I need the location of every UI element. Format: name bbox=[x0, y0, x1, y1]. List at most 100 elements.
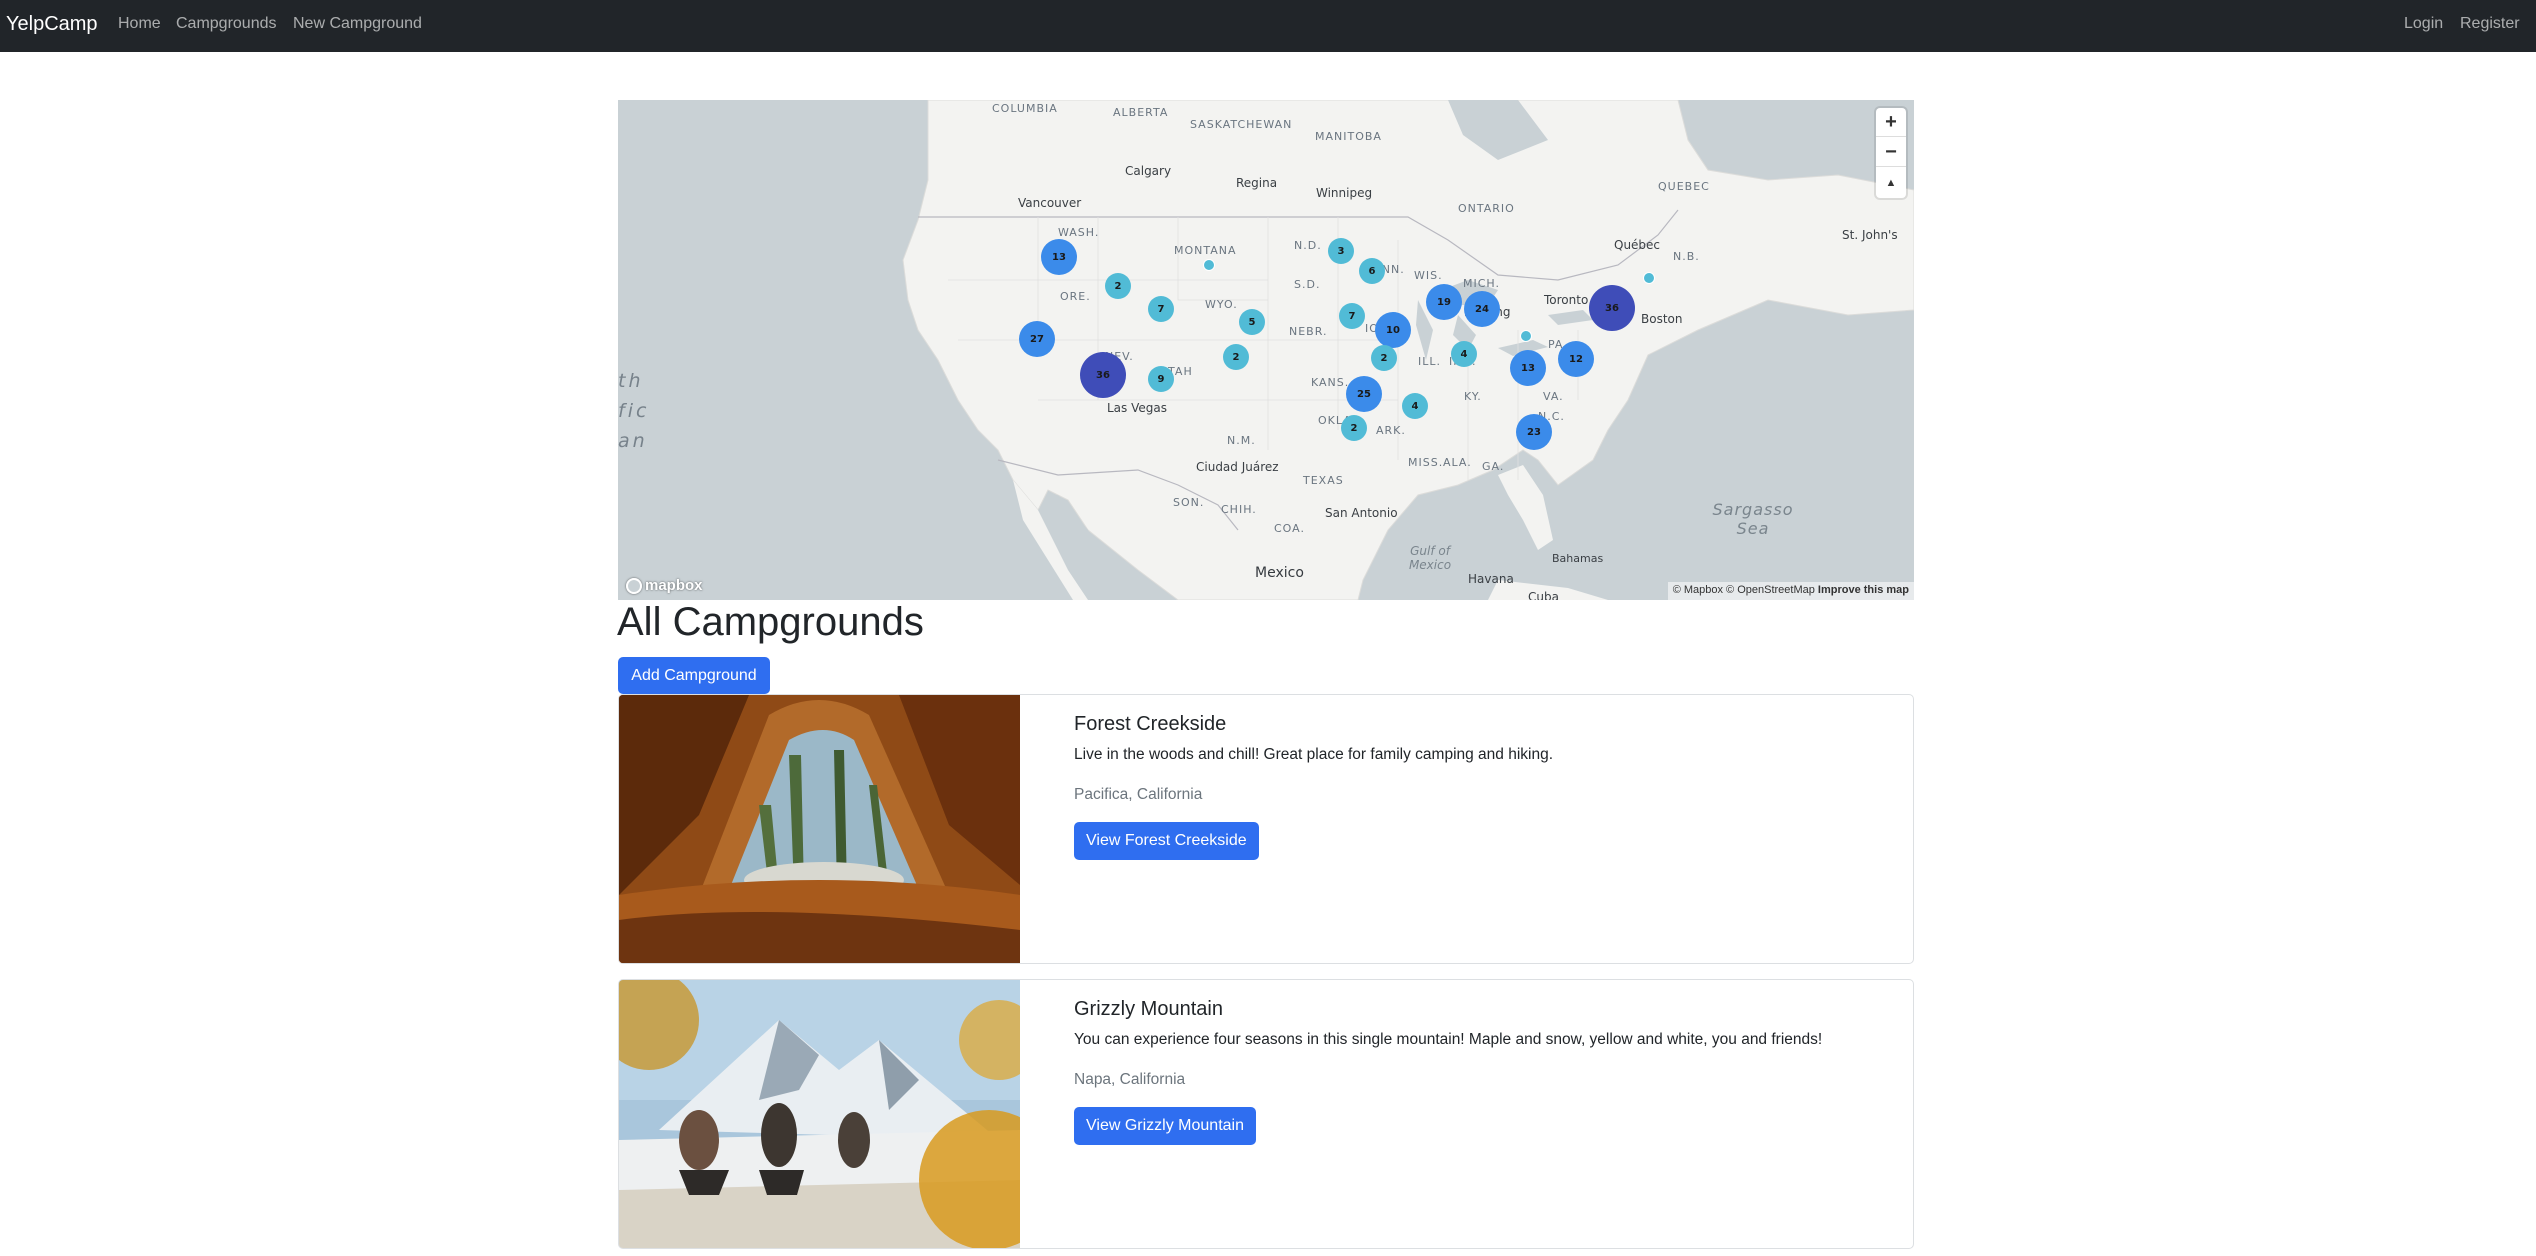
nav-register-link[interactable]: Register bbox=[2460, 15, 2520, 33]
map-label-son: SON. bbox=[1173, 496, 1205, 509]
map-label-nb: N.B. bbox=[1673, 250, 1700, 263]
nav-campgrounds-link[interactable]: Campgrounds bbox=[176, 15, 277, 33]
campground-image bbox=[619, 980, 1020, 1248]
map-label-havana: Havana bbox=[1468, 572, 1514, 586]
map-label-winnipeg: Winnipeg bbox=[1316, 186, 1373, 200]
campground-marker[interactable] bbox=[1203, 259, 1215, 271]
map-label-ala: ALA. bbox=[1443, 456, 1472, 469]
cluster-marker[interactable]: 13 bbox=[1510, 350, 1546, 386]
map-label-ciudad-juarez: Ciudad Juárez bbox=[1196, 460, 1279, 474]
campground-description: Live in the woods and chill! Great place… bbox=[1074, 746, 1554, 763]
map-label-quebec-region: QUEBEC bbox=[1658, 180, 1710, 193]
map-label-montana: MONTANA bbox=[1174, 244, 1237, 257]
map-label-sd: S.D. bbox=[1294, 278, 1321, 291]
compass-icon: ▲ bbox=[1885, 176, 1897, 189]
campground-title: Grizzly Mountain bbox=[1074, 998, 1223, 1020]
campground-image bbox=[619, 695, 1020, 963]
campground-description: You can experience four seasons in this … bbox=[1074, 1031, 1823, 1048]
campground-marker[interactable] bbox=[1520, 330, 1532, 342]
map-label-quebec-city: Québec bbox=[1614, 238, 1661, 252]
add-campground-button[interactable]: Add Campground bbox=[618, 657, 770, 694]
cluster-marker[interactable]: 4 bbox=[1451, 341, 1477, 367]
mapbox-logo-icon bbox=[626, 577, 642, 594]
cluster-marker[interactable]: 2 bbox=[1341, 415, 1367, 441]
cluster-marker[interactable]: 10 bbox=[1375, 312, 1411, 348]
map-label-regina: Regina bbox=[1236, 176, 1278, 190]
nav-new-campground-link[interactable]: New Campground bbox=[293, 15, 422, 33]
map-label-mich: MICH. bbox=[1463, 277, 1500, 290]
map-label-miss: MISS. bbox=[1408, 456, 1444, 469]
map-attribution: © Mapbox © OpenStreetMap Improve this ma… bbox=[1667, 582, 1914, 600]
map-label-wash: WASH. bbox=[1058, 226, 1100, 239]
compass-button[interactable]: ▲ bbox=[1876, 168, 1906, 197]
map-label-bahamas: Bahamas bbox=[1552, 552, 1604, 565]
map-label-saskatchewan: SASKATCHEWAN bbox=[1190, 118, 1293, 131]
navbar: YelpCamp Home Campgrounds New Campground… bbox=[0, 0, 2536, 52]
cluster-marker[interactable]: 24 bbox=[1464, 291, 1500, 327]
zoom-out-button[interactable]: − bbox=[1876, 138, 1906, 167]
view-campground-button[interactable]: View Forest Creekside bbox=[1074, 822, 1259, 860]
campground-card: Forest Creekside Live in the woods and c… bbox=[618, 694, 1914, 964]
cluster-marker[interactable]: 6 bbox=[1359, 258, 1385, 284]
cluster-marker[interactable]: 2 bbox=[1223, 344, 1249, 370]
map-label-ontario: ONTARIO bbox=[1458, 202, 1515, 215]
map-label-nm: N.M. bbox=[1227, 434, 1256, 447]
cluster-marker[interactable]: 5 bbox=[1239, 309, 1265, 335]
map-label-gulf: Gulf of Mexico bbox=[1408, 544, 1452, 572]
map-label-calgary: Calgary bbox=[1125, 164, 1172, 178]
map-label-ga: GA. bbox=[1482, 460, 1505, 473]
attribution-text[interactable]: © Mapbox © OpenStreetMap bbox=[1673, 584, 1815, 596]
campground-marker[interactable] bbox=[1643, 272, 1655, 284]
map-label-boston: Boston bbox=[1641, 312, 1683, 326]
cluster-marker[interactable]: 25 bbox=[1346, 376, 1382, 412]
cluster-marker[interactable]: 23 bbox=[1516, 414, 1552, 450]
cluster-map[interactable]: COLUMBIA ALBERTA SASKATCHEWAN MANITOBA O… bbox=[618, 100, 1914, 600]
map-label-pacific-3: an bbox=[618, 430, 648, 452]
campground-title: Forest Creekside bbox=[1074, 713, 1227, 735]
nav-home-link[interactable]: Home bbox=[118, 15, 161, 33]
improve-map-link[interactable]: Improve this map bbox=[1818, 584, 1909, 596]
cluster-marker[interactable]: 2 bbox=[1371, 345, 1397, 371]
mapbox-logo[interactable]: mapbox bbox=[626, 577, 703, 594]
map-label-wis: WIS. bbox=[1414, 269, 1443, 282]
map-label-columbia: COLUMBIA bbox=[992, 102, 1058, 115]
brand-logo[interactable]: YelpCamp bbox=[6, 13, 98, 36]
view-campground-button[interactable]: View Grizzly Mountain bbox=[1074, 1107, 1256, 1145]
map-label-las-vegas: Las Vegas bbox=[1107, 401, 1167, 415]
map-navigation-control: + − ▲ bbox=[1876, 108, 1906, 198]
cluster-marker[interactable]: 19 bbox=[1426, 284, 1462, 320]
cluster-marker[interactable]: 2 bbox=[1105, 273, 1131, 299]
zoom-in-button[interactable]: + bbox=[1876, 108, 1906, 137]
map-label-coa: COA. bbox=[1274, 522, 1305, 535]
nav-login-link[interactable]: Login bbox=[2404, 15, 2443, 33]
cluster-marker[interactable]: 7 bbox=[1339, 303, 1365, 329]
map-label-pacific-2: fic bbox=[618, 400, 650, 422]
map-label-manitoba: MANITOBA bbox=[1315, 130, 1382, 143]
cluster-marker[interactable]: 7 bbox=[1148, 296, 1174, 322]
cluster-marker[interactable]: 4 bbox=[1402, 393, 1428, 419]
map-label-ky: KY. bbox=[1464, 390, 1482, 403]
map-label-toronto: Toronto bbox=[1544, 293, 1589, 307]
map-label-sargasso: Sargasso Sea bbox=[1712, 500, 1794, 538]
map-label-texas: TEXAS bbox=[1303, 474, 1344, 487]
map-label-va: VA. bbox=[1543, 390, 1564, 403]
cluster-marker[interactable]: 3 bbox=[1328, 238, 1354, 264]
map-label-vancouver: Vancouver bbox=[1018, 196, 1082, 210]
map-label-chih: CHIH. bbox=[1221, 503, 1257, 516]
campground-location: Napa, California bbox=[1074, 1071, 1186, 1088]
cluster-marker[interactable]: 9 bbox=[1148, 366, 1174, 392]
cluster-marker[interactable]: 27 bbox=[1019, 321, 1055, 357]
cluster-marker[interactable]: 12 bbox=[1558, 341, 1594, 377]
mapbox-logo-text: mapbox bbox=[645, 577, 703, 594]
map-label-nebr: NEBR. bbox=[1289, 325, 1328, 338]
cluster-marker[interactable]: 13 bbox=[1041, 239, 1077, 275]
cluster-marker[interactable]: 36 bbox=[1589, 285, 1635, 331]
map-label-ore: ORE. bbox=[1060, 290, 1091, 303]
page-title: All Campgrounds bbox=[617, 600, 924, 644]
map-label-cuba: Cuba bbox=[1528, 590, 1559, 600]
map-label-mexico: Mexico bbox=[1255, 565, 1304, 581]
map-label-nd: N.D. bbox=[1294, 239, 1322, 252]
map-label-kans: KANS. bbox=[1311, 376, 1350, 389]
map-label-wyo: WYO. bbox=[1205, 298, 1238, 311]
cluster-marker[interactable]: 36 bbox=[1080, 352, 1126, 398]
